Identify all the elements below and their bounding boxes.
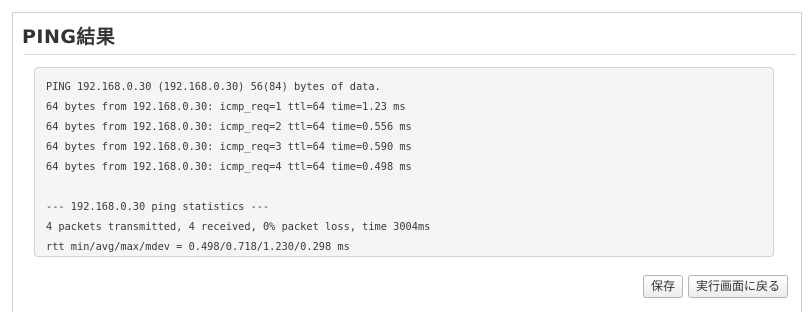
page-title: PING結果 — [22, 26, 116, 48]
ping-stats-header: --- 192.168.0.30 ping statistics --- — [46, 201, 270, 213]
ping-stats-rtt: rtt min/avg/max/mdev = 0.498/0.718/1.230… — [46, 241, 350, 253]
ping-header-line: PING 192.168.0.30 (192.168.0.30) 56(84) … — [46, 81, 381, 93]
ping-stats-summary: 4 packets transmitted, 4 received, 0% pa… — [46, 221, 431, 233]
save-button[interactable]: 保存 — [642, 275, 683, 298]
ping-output: PING 192.168.0.30 (192.168.0.30) 56(84) … — [34, 67, 774, 257]
ping-reply-line: 64 bytes from 192.168.0.30: icmp_req=4 t… — [46, 161, 412, 173]
ping-reply-line: 64 bytes from 192.168.0.30: icmp_req=2 t… — [46, 121, 412, 133]
ping-reply-line: 64 bytes from 192.168.0.30: icmp_req=1 t… — [46, 101, 406, 113]
ping-reply-line: 64 bytes from 192.168.0.30: icmp_req=3 t… — [46, 141, 412, 153]
back-to-run-screen-button[interactable]: 実行画面に戻る — [687, 275, 788, 298]
action-buttons: 保存 実行画面に戻る — [642, 275, 788, 298]
title-divider — [24, 54, 796, 55]
